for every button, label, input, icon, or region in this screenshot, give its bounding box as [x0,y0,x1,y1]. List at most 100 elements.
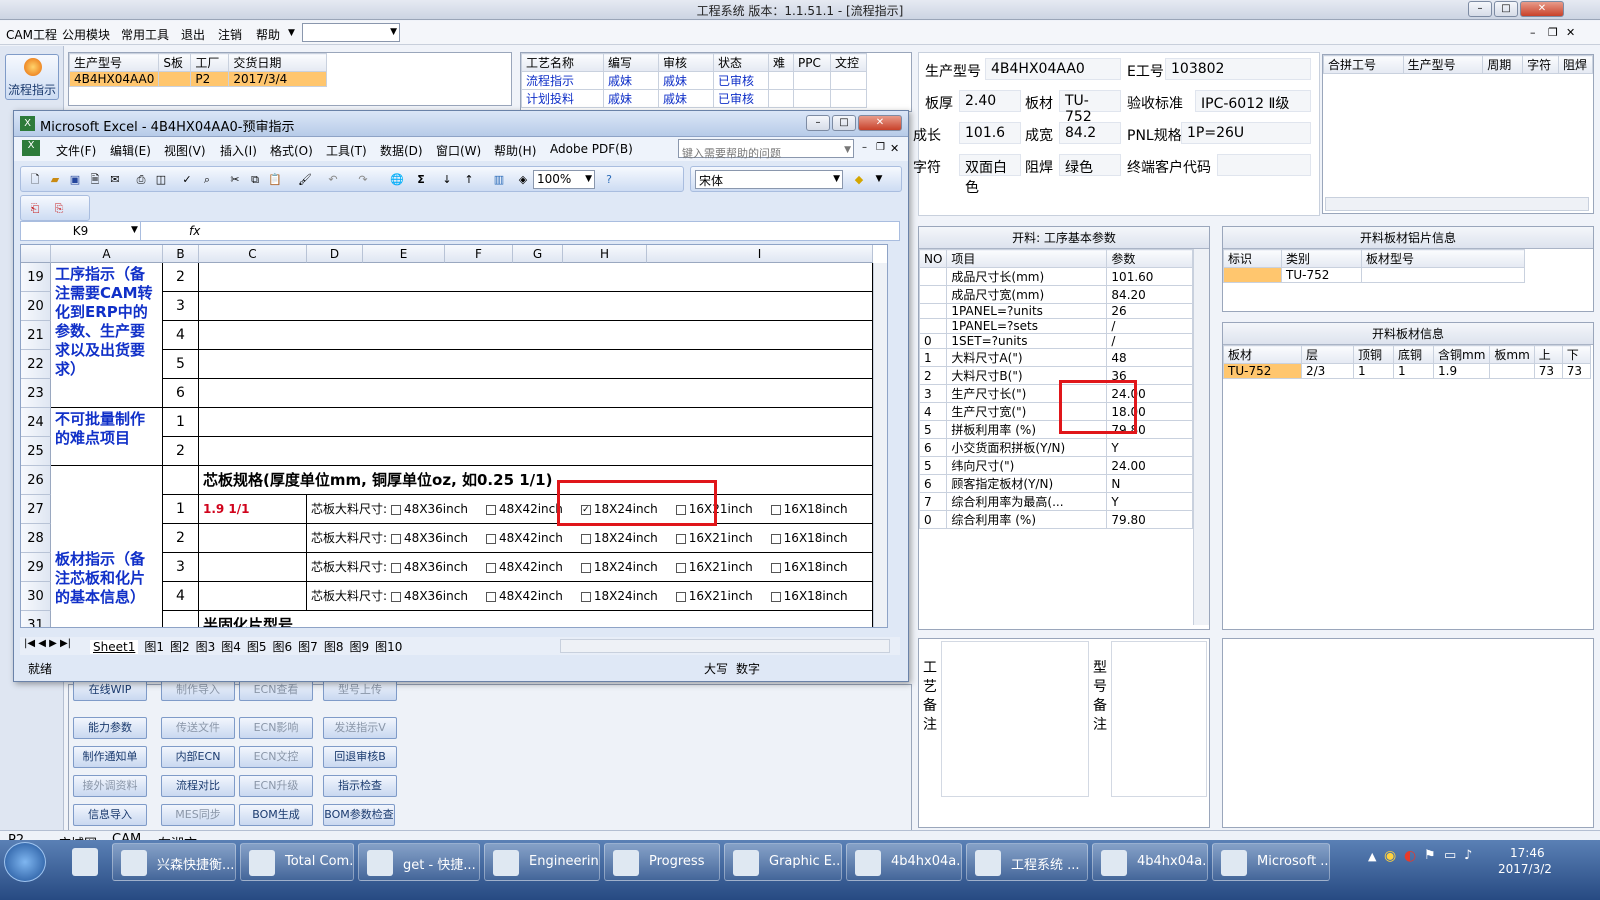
preview-icon[interactable]: ◫ [153,172,169,187]
cell-a[interactable]: 不可批量制作的难点项目 [51,408,163,466]
core-size-checkbox[interactable] [391,591,402,602]
cell-ci[interactable] [199,350,873,379]
doc-minimize-icon[interactable]: – [862,142,867,153]
info-import-button[interactable]: 信息导入 [73,804,147,826]
doc-restore-icon[interactable]: ❐ [876,142,885,153]
row-header[interactable]: 23 [21,379,51,408]
row-header[interactable]: 26 [21,466,51,495]
excel-maximize-button[interactable]: □ [832,115,856,131]
notice-button[interactable]: 制作通知单 [73,746,147,768]
col-cycle[interactable]: 周期 [1482,55,1524,74]
core-size-checkbox[interactable] [770,591,781,602]
table-row[interactable]: 1 大料尺寸A(") 48 [919,348,1193,367]
menu-tools[interactable]: 常用工具 [121,26,169,43]
table-row[interactable]: 5 纬向尺寸(") 24.00 [919,456,1193,475]
email-icon[interactable]: ✉ [107,172,123,187]
col-header[interactable]: C [199,245,307,263]
core-size-checkbox[interactable] [391,504,402,515]
sheet-tab[interactable]: 图4 [221,640,241,654]
core-size-checkbox[interactable] [485,591,496,602]
sheet-tab[interactable]: 图7 [298,640,318,654]
table-row[interactable]: TU-752 2/3 1 1 1.9 73 73 [1223,363,1592,379]
sheet-hscrollbar[interactable] [560,639,890,653]
row-header[interactable]: 20 [21,292,51,321]
menu-exit[interactable]: 退出 [181,26,205,43]
core-size-checkbox[interactable] [675,533,686,544]
capability-button[interactable]: 能力参数 [73,717,147,739]
tray-volume-icon[interactable]: ♪ [1464,848,1472,863]
table-row[interactable]: 计划投料 戚妹 戚妹 已审核 [521,89,867,108]
col-item[interactable]: 项目 [946,249,1108,268]
xl-menu-help[interactable]: 帮助(H) [494,142,536,159]
len-field[interactable]: 101.6 [959,122,1021,144]
cell-b[interactable]: 4 [163,582,199,611]
col-header[interactable]: G [513,245,563,263]
col-model2[interactable]: 生产型号 [1402,55,1484,74]
cell-a[interactable]: 工序指示（备注需要CAM转化到ERP中的参数、生产要求以及出货要求） [51,263,163,408]
drawing-icon[interactable]: ◈ [515,172,531,187]
row-header[interactable]: 27 [21,495,51,524]
table-row[interactable]: 0 综合利用率 (%) 79.80 [919,510,1193,529]
col-header[interactable]: I [647,245,873,263]
tray-app-icon[interactable]: ◐ [1404,848,1416,864]
col-type[interactable]: 类别 [1281,249,1362,268]
ecn-view-button[interactable]: ECN查看 [239,679,313,701]
pnl-field[interactable]: 1P=26U [1181,122,1311,144]
table-row[interactable]: 4B4HX04AA0 P2 2017/3/4 [68,71,327,87]
ecn-impact-button[interactable]: ECN影响 [239,717,313,739]
table-row[interactable]: 流程指示 戚妹 戚妹 已审核 [521,71,867,90]
col-merge[interactable]: 合拼工号 [1323,55,1404,74]
mat-field[interactable]: TU-752 [1059,90,1121,125]
taskbar-item[interactable]: get - 快捷... [358,843,480,881]
col-craft[interactable]: 工艺名称 [521,53,604,72]
table-row[interactable]: 0 1SET=?units / [919,333,1193,349]
cust-field[interactable] [1217,154,1311,176]
permission-icon[interactable]: 🗎 [87,172,103,187]
col-header[interactable]: A [51,245,163,263]
e-field[interactable]: 103802 [1165,58,1311,80]
thick-field[interactable]: 2.40 [959,90,1021,112]
col-no[interactable]: NO [919,249,948,268]
row-header[interactable]: 31 [21,611,51,627]
sheet-tab[interactable]: 图2 [170,640,190,654]
core-size-checkbox[interactable] [485,562,496,573]
select-all-corner[interactable] [21,245,51,263]
core-size-checkbox[interactable] [485,533,496,544]
cell-a[interactable]: 板材指示（备注芯板和化片的基本信息） [51,466,163,627]
wid-field[interactable]: 84.2 [1059,122,1121,144]
col-flag[interactable]: 标识 [1223,249,1282,268]
col-header[interactable]: F [445,245,513,263]
row-header[interactable]: 29 [21,553,51,582]
online-wip-button[interactable]: 在线WIP [73,679,147,701]
instruction-check-button[interactable]: 指示检查 [323,775,397,797]
make-import-button[interactable]: 制作导入 [161,679,235,701]
sheet-tab[interactable]: 图8 [324,640,344,654]
spreadsheet-grid[interactable]: A B C D E F G H I 19 2 20 3 21 4 22 5 23 6 24 1 25 2 2… [20,244,888,628]
tab-nav-icon[interactable]: |◀ ◀ ▶ ▶| [24,638,71,649]
sheet-tab[interactable]: 图1 [144,640,164,654]
col-status[interactable]: 状态 [713,53,769,72]
xl-menu-pdf[interactable]: Adobe PDF(B) [550,142,633,156]
xl-menu-tools[interactable]: 工具(T) [326,142,367,159]
xl-menu-view[interactable]: 视图(V) [164,142,206,159]
table-row[interactable]: 5 拼板利用率 (%) 79.80 [919,420,1193,439]
help-search-input[interactable]: 键入需要帮助的问题 ▼ [678,139,854,160]
table-row[interactable]: 1PANEL=?sets / [919,318,1193,334]
xl-menu-edit[interactable]: 编辑(E) [110,142,151,159]
mdi-close-icon[interactable]: ✕ [1566,26,1575,39]
taskbar-item[interactable]: Total Com... [240,843,354,881]
core-size-checkbox[interactable] [770,533,781,544]
core-title[interactable]: 芯板规格(厚度单位mm, 铜厚单位oz, 如0.25 1/1) [199,466,873,495]
core-value[interactable]: 1.9 1/1 [199,495,307,524]
rollback-review-button[interactable]: 回退审核B [323,746,397,768]
bom-check-button[interactable]: BOM参数检查 [323,804,395,826]
col-board-model[interactable]: 板材型号 [1361,249,1525,268]
zoom-select[interactable]: 100% ▼ [533,170,595,189]
core-size-checkbox[interactable] [580,562,591,573]
chart-icon[interactable]: ▥ [491,172,507,187]
taskbar-item[interactable]: 4b4hx04a... [1092,843,1208,881]
flow-button[interactable]: 流程指示 [5,54,59,100]
print-icon[interactable]: ⎙ [133,172,149,187]
fill-color-icon[interactable]: ◆ [851,172,867,187]
model-field[interactable]: 4B4HX04AA0 [985,58,1121,80]
